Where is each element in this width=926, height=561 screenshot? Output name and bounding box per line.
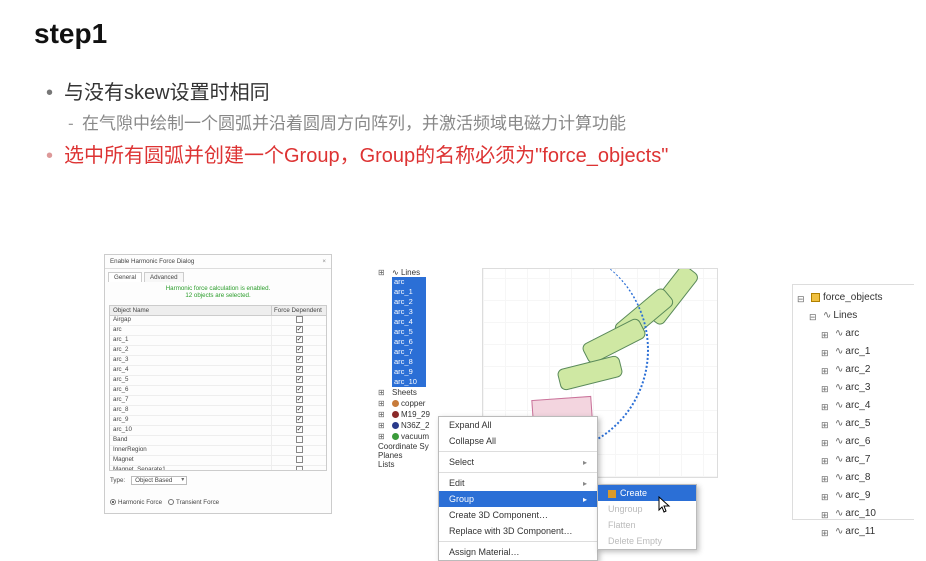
checkbox[interactable] (296, 346, 303, 353)
cursor-icon (658, 496, 672, 514)
col-force-dependent: Force Dependent (272, 306, 326, 315)
col-object-name: Object Name (110, 306, 272, 315)
tree-arc-item[interactable]: ∿arc_7 (821, 451, 914, 469)
checkbox[interactable] (296, 326, 303, 333)
table-row[interactable]: Magnet (110, 456, 326, 466)
menu-assign-material[interactable]: Assign Material… (439, 544, 597, 560)
checkbox[interactable] (296, 356, 303, 363)
slide-title: step1 (34, 18, 892, 50)
checkbox[interactable] (296, 446, 303, 453)
tree-arc-selected[interactable]: arc (392, 277, 426, 287)
checkbox[interactable] (296, 436, 303, 443)
menu-expand-all[interactable]: Expand All (439, 417, 597, 433)
table-row[interactable]: arc_10 (110, 426, 326, 436)
tree-sheets[interactable]: Sheets (378, 387, 478, 398)
tree-group-force-objects[interactable]: force_objects (797, 289, 914, 307)
menu-collapse-all[interactable]: Collapse All (439, 433, 597, 449)
checkbox[interactable] (296, 426, 303, 433)
bullet-list: 与没有skew设置时相同 在气隙中绘制一个圆弧并沿着圆周方向阵列，并激活频域电磁… (46, 76, 892, 173)
checkbox[interactable] (296, 366, 303, 373)
tree-arc-selected[interactable]: arc_1 (392, 287, 426, 297)
table-row[interactable]: arc_7 (110, 396, 326, 406)
tree-arc-selected[interactable]: arc_10 (392, 377, 426, 387)
tree-arc-item[interactable]: ∿arc_10 (821, 505, 914, 523)
tree-arc-item[interactable]: ∿arc_9 (821, 487, 914, 505)
tree-arc-item[interactable]: ∿arc_6 (821, 433, 914, 451)
dialog-status: Harmonic force calculation is enabled. 1… (105, 282, 331, 303)
checkbox[interactable] (296, 396, 303, 403)
table-row[interactable]: Band (110, 436, 326, 446)
type-select[interactable]: Object Based (131, 476, 187, 485)
tree-arc-selected[interactable]: arc_9 (392, 367, 426, 377)
table-row[interactable]: arc_5 (110, 376, 326, 386)
checkbox[interactable] (296, 336, 303, 343)
harmonic-force-dialog: Enable Harmonic Force Dialog × General A… (104, 254, 332, 514)
tree-arc-item[interactable]: ∿arc_11 (821, 523, 914, 541)
menu-create-3d[interactable]: Create 3D Component… (439, 507, 597, 523)
table-row[interactable]: arc_3 (110, 356, 326, 366)
submenu-flatten: Flatten (598, 517, 696, 533)
menu-group[interactable]: Group▸ (439, 491, 597, 507)
result-tree[interactable]: force_objects ∿Lines ∿arc∿arc_1∿arc_2∿ar… (792, 284, 914, 520)
group-submenu[interactable]: Create Ungroup Flatten Delete Empty (597, 484, 697, 550)
bullet-1: 与没有skew设置时相同 (46, 76, 892, 110)
table-row[interactable]: InnerRegion (110, 446, 326, 456)
tab-general[interactable]: General (108, 272, 142, 282)
table-row[interactable]: arc_9 (110, 416, 326, 426)
submenu-delete-empty: Delete Empty (598, 533, 696, 549)
table-row[interactable]: arc_2 (110, 346, 326, 356)
close-icon[interactable]: × (322, 258, 326, 265)
tab-advanced[interactable]: Advanced (144, 272, 184, 282)
radio-transient[interactable]: Transient Force (168, 499, 219, 506)
checkbox[interactable] (296, 456, 303, 463)
table-row[interactable]: arc_1 (110, 336, 326, 346)
checkbox[interactable] (296, 316, 303, 323)
submenu-create[interactable]: Create (598, 485, 696, 501)
table-row[interactable]: arc_4 (110, 366, 326, 376)
tree-arc-selected[interactable]: arc_4 (392, 317, 426, 327)
tree-arc-selected[interactable]: arc_3 (392, 307, 426, 317)
checkbox[interactable] (296, 376, 303, 383)
tree-sheet-copper[interactable]: copper (378, 398, 478, 409)
table-row[interactable]: arc_8 (110, 406, 326, 416)
tree-arc-selected[interactable]: arc_6 (392, 337, 426, 347)
checkbox[interactable] (296, 406, 303, 413)
type-label: Type: (110, 477, 125, 484)
tree-arc-item[interactable]: ∿arc (821, 325, 914, 343)
tree-arc-selected[interactable]: arc_8 (392, 357, 426, 367)
tree-arc-item[interactable]: ∿arc_4 (821, 397, 914, 415)
table-row[interactable]: arc_6 (110, 386, 326, 396)
tree-arc-item[interactable]: ∿arc_3 (821, 379, 914, 397)
tree-arc-selected[interactable]: arc_2 (392, 297, 426, 307)
context-menu[interactable]: Expand All Collapse All Select▸ Edit▸ Gr… (438, 416, 598, 561)
tree-arc-item[interactable]: ∿arc_1 (821, 343, 914, 361)
checkbox[interactable] (296, 386, 303, 393)
tree-arc-selected[interactable]: arc_5 (392, 327, 426, 337)
bullet-1-sub: 在气隙中绘制一个圆弧并沿着圆周方向阵列，并激活频域电磁力计算功能 (46, 110, 892, 139)
dialog-title: Enable Harmonic Force Dialog (110, 258, 194, 265)
tree-lines[interactable]: ∿Lines (809, 307, 914, 325)
tree-arc-item[interactable]: ∿arc_8 (821, 469, 914, 487)
bullet-2: 选中所有圆弧并创建一个Group，Group的名称必须为"force_objec… (46, 139, 892, 173)
table-row[interactable]: arc (110, 326, 326, 336)
menu-edit[interactable]: Edit▸ (439, 475, 597, 491)
tree-arc-item[interactable]: ∿arc_5 (821, 415, 914, 433)
object-table: Object Name Force Dependent Airgaparcarc… (109, 305, 327, 471)
menu-select[interactable]: Select▸ (439, 454, 597, 470)
checkbox[interactable] (296, 466, 303, 471)
tree-arc-selected[interactable]: arc_7 (392, 347, 426, 357)
checkbox[interactable] (296, 416, 303, 423)
menu-replace-3d[interactable]: Replace with 3D Component… (439, 523, 597, 539)
table-row[interactable]: Magnet_Separate1 (110, 466, 326, 471)
radio-harmonic[interactable]: Harmonic Force (110, 499, 162, 506)
submenu-ungroup: Ungroup (598, 501, 696, 517)
table-row[interactable]: Airgap (110, 316, 326, 326)
tree-arc-item[interactable]: ∿arc_2 (821, 361, 914, 379)
